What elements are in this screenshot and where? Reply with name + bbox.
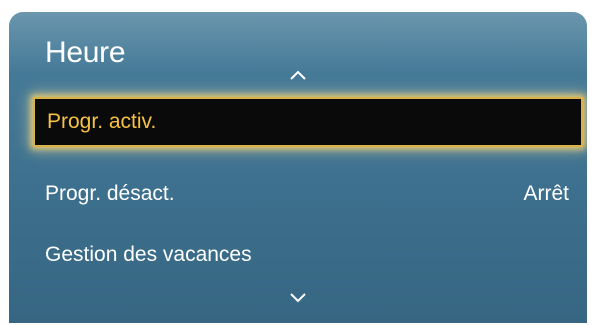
time-menu-panel: Heure Progr. activ. Progr. désact. Arrêt… <box>9 12 587 323</box>
menu-item-value: Arrêt <box>523 182 569 205</box>
menu-item-progr-desact[interactable]: Progr. désact. Arrêt <box>33 169 583 219</box>
chevron-up-icon[interactable] <box>289 69 311 83</box>
menu-item-label: Gestion des vacances <box>45 243 252 266</box>
menu-item-gestion-vacances[interactable]: Gestion des vacances <box>33 230 583 280</box>
chevron-down-icon[interactable] <box>289 292 311 306</box>
menu-item-label: Progr. désact. <box>45 182 175 205</box>
menu-title: Heure <box>45 36 126 69</box>
menu-item-label: Progr. activ. <box>47 110 157 133</box>
menu-item-progr-activ[interactable]: Progr. activ. <box>33 97 583 147</box>
